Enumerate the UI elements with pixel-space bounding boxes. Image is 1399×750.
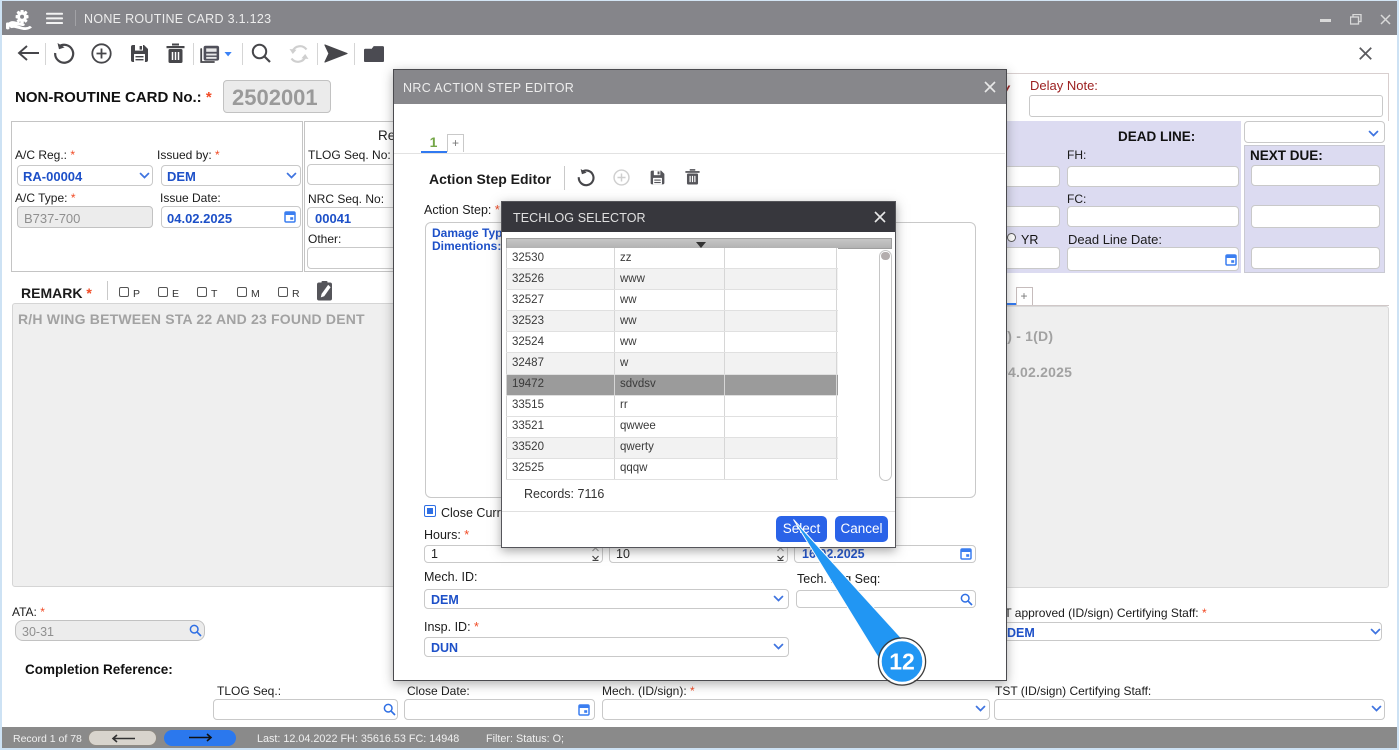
svg-text:12: 12 [889,649,915,675]
